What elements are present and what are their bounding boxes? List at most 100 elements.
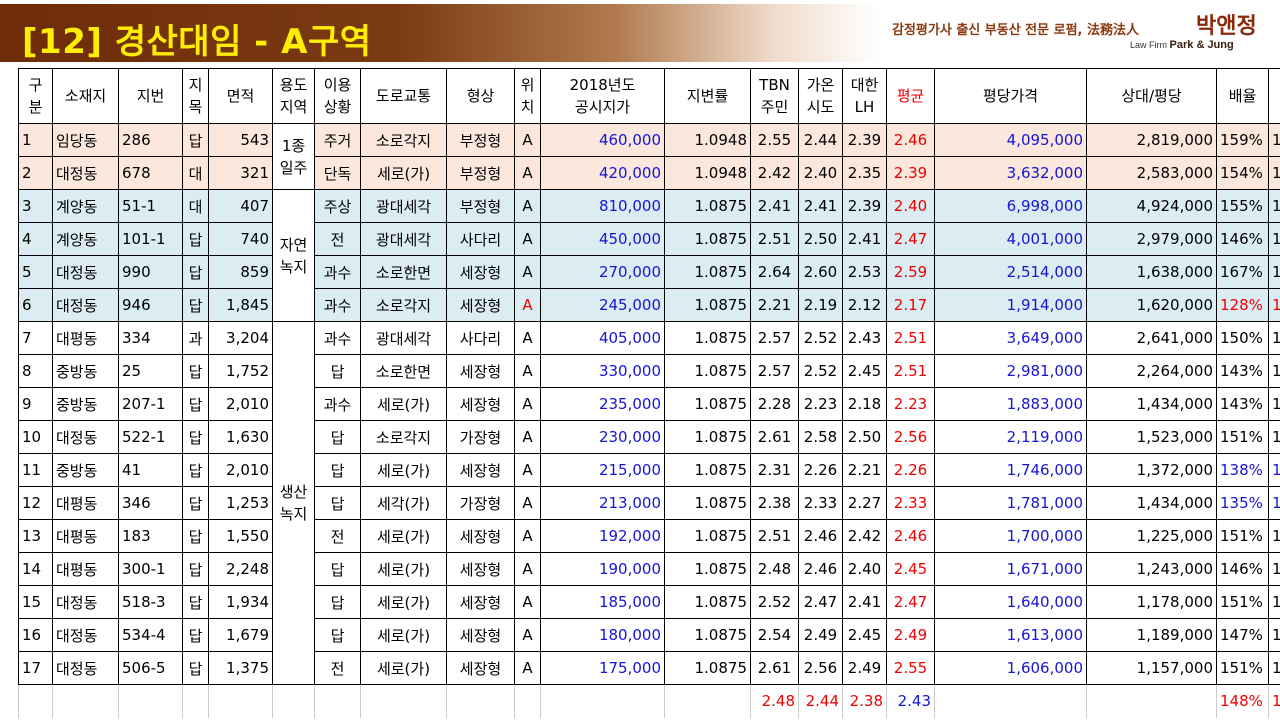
cell-rel: 1,638,000 xyxy=(1086,255,1217,289)
cell-area: 2,010 xyxy=(208,387,273,421)
cell-lh: 2.40 xyxy=(842,552,887,586)
cell-gaon: 2.58 xyxy=(798,420,843,454)
cell-ppp: 2,514,000 xyxy=(934,255,1087,289)
cell-avg: 2.39 xyxy=(886,156,935,190)
cell-no: 15 xyxy=(18,585,53,619)
cell-jimok: 답 xyxy=(182,420,209,454)
cell-shape: 가장형 xyxy=(446,420,515,454)
cell-use: 답 xyxy=(314,618,361,652)
cell-shape: 세장형 xyxy=(446,552,515,586)
cell-price: 330,000 xyxy=(540,354,665,388)
cell-use: 전 xyxy=(314,651,361,685)
cell-ratio: 167% xyxy=(1216,255,1269,289)
cell-road: 소로각지 xyxy=(360,288,447,322)
cell-shape: 세장형 xyxy=(446,585,515,619)
cell-no: 2 xyxy=(18,156,53,190)
cell-gaon: 2.33 xyxy=(798,486,843,520)
cell-loc: A xyxy=(514,156,541,190)
cell-rate: 1.0875 xyxy=(664,651,751,685)
column-header: 지번 xyxy=(118,68,183,124)
cell-area: 2,010 xyxy=(208,453,273,487)
cell-rel: 2,583,000 xyxy=(1086,156,1217,190)
cell-price: 230,000 xyxy=(540,420,665,454)
cell-ratio: 151% xyxy=(1216,420,1269,454)
cell-avg: 2.45 xyxy=(886,552,935,586)
cell-price: 245,000 xyxy=(540,288,665,322)
cell-avg: 2.47 xyxy=(886,585,935,619)
cell-no: 9 xyxy=(18,387,53,421)
summary-empty xyxy=(446,684,515,718)
table-row: 13 대평동 183 답 1,550 전 세로(가) 세장형 A 192,000 1.0875 2.5… xyxy=(18,519,1280,553)
cell-rate: 1.0875 xyxy=(664,585,751,619)
cell-lh: 2.41 xyxy=(842,222,887,256)
cell-no: 3 xyxy=(18,189,53,223)
cell-rel: 1,243,000 xyxy=(1086,552,1217,586)
cell-avg: 2.40 xyxy=(886,189,935,223)
summary-empty xyxy=(182,684,209,718)
firm-english-name: Law Firm Park & Jung xyxy=(1130,39,1234,51)
cell-dong: 대정동 xyxy=(52,618,119,652)
cell-loc: A xyxy=(514,585,541,619)
cell-gaon: 2.46 xyxy=(798,552,843,586)
firm-en-prefix: Law Firm xyxy=(1130,40,1168,50)
cell-ratio: 146% xyxy=(1216,552,1269,586)
table-row: 16 대정동 534-4 답 1,679 답 세로(가) 세장형 A 180,000 1.0875 2… xyxy=(18,618,1280,652)
cell-ppp: 1,671,000 xyxy=(934,552,1087,586)
cell-ratio: 143% xyxy=(1216,354,1269,388)
column-header: 지변률 xyxy=(664,68,751,124)
cell-avg: 2.46 xyxy=(886,519,935,553)
cell-avg: 2.51 xyxy=(886,354,935,388)
column-header: 용도 지역 xyxy=(272,68,315,124)
cell-shape: 부정형 xyxy=(446,189,515,223)
cell-shape: 세장형 xyxy=(446,387,515,421)
cell-avg: 2.23 xyxy=(886,387,935,421)
cell-rel: 2,979,000 xyxy=(1086,222,1217,256)
cell-shape: 사다리 xyxy=(446,222,515,256)
cell-tbn: 2.55 xyxy=(750,123,799,157)
cell-price: 185,000 xyxy=(540,585,665,619)
cell-adj: 139% xyxy=(1268,651,1280,685)
cell-jibun: 946 xyxy=(118,288,183,322)
summary-empty xyxy=(208,684,273,718)
cell-ppp: 2,119,000 xyxy=(934,420,1087,454)
table-row: 11 중방동 41 답 2,010 답 세로(가) 세장형 A 215,000 1.0875 2.31… xyxy=(18,453,1280,487)
cell-ratio: 147% xyxy=(1216,618,1269,652)
cell-price: 810,000 xyxy=(540,189,665,223)
summary-empty xyxy=(664,684,751,718)
table-row: 10 대정동 522-1 답 1,630 답 소로각지 가장형 A 230,000 1.0875 2.… xyxy=(18,420,1280,454)
cell-shape: 세장형 xyxy=(446,651,515,685)
cell-use: 답 xyxy=(314,585,361,619)
cell-no: 6 xyxy=(18,288,53,322)
cell-avg: 2.55 xyxy=(886,651,935,685)
cell-rate: 1.0875 xyxy=(664,420,751,454)
cell-jibun: 534-4 xyxy=(118,618,183,652)
zone-cell: 생산 녹지 xyxy=(272,321,315,685)
cell-use: 답 xyxy=(314,552,361,586)
cell-tbn: 2.51 xyxy=(750,519,799,553)
cell-shape: 세장형 xyxy=(446,255,515,289)
cell-rate: 1.0875 xyxy=(664,519,751,553)
cell-ppp: 4,095,000 xyxy=(934,123,1087,157)
cell-use: 과수 xyxy=(314,387,361,421)
summary-adj: 136% xyxy=(1268,684,1280,718)
cell-rate: 1.0875 xyxy=(664,387,751,421)
cell-rel: 1,225,000 xyxy=(1086,519,1217,553)
cell-dong: 임당동 xyxy=(52,123,119,157)
cell-jimok: 답 xyxy=(182,552,209,586)
cell-price: 213,000 xyxy=(540,486,665,520)
cell-ppp: 1,606,000 xyxy=(934,651,1087,685)
cell-loc: A xyxy=(514,222,541,256)
cell-jimok: 답 xyxy=(182,651,209,685)
cell-jibun: 518-3 xyxy=(118,585,183,619)
cell-shape: 세장형 xyxy=(446,288,515,322)
cell-avg: 2.26 xyxy=(886,453,935,487)
cell-avg: 2.49 xyxy=(886,618,935,652)
cell-road: 세각(가) xyxy=(360,486,447,520)
cell-no: 7 xyxy=(18,321,53,355)
cell-rel: 2,264,000 xyxy=(1086,354,1217,388)
cell-jimok: 과 xyxy=(182,321,209,355)
cell-use: 과수 xyxy=(314,288,361,322)
cell-rel: 2,641,000 xyxy=(1086,321,1217,355)
cell-dong: 중방동 xyxy=(52,354,119,388)
summary-empty xyxy=(314,684,361,718)
